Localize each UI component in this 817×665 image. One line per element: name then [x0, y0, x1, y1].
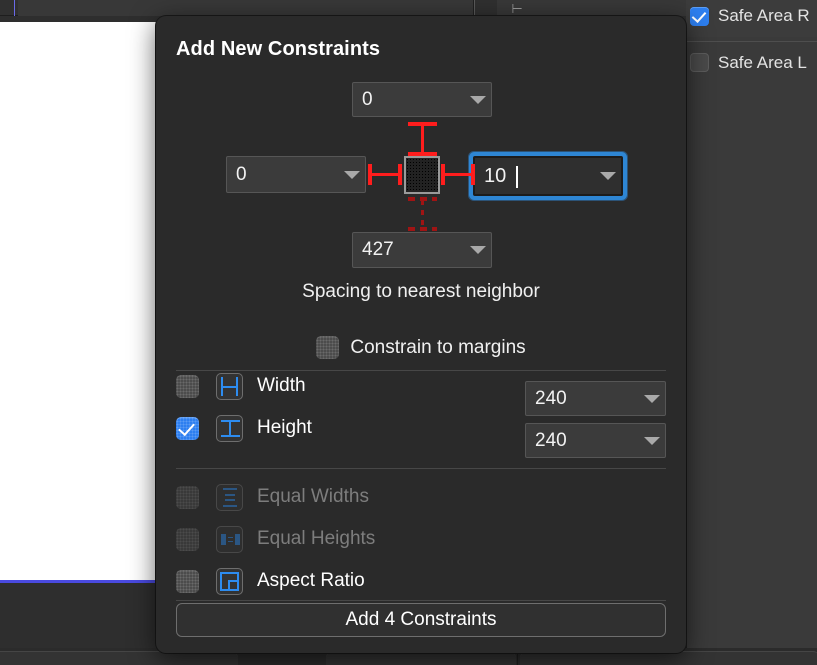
constraint-strut-bottom[interactable]	[421, 200, 424, 230]
equal-widths-checkbox	[176, 486, 199, 509]
constrain-to-margins-label: Constrain to margins	[350, 337, 525, 359]
aspect-ratio-icon	[216, 568, 243, 595]
toolbar-divider	[474, 0, 475, 16]
spacing-right-text: 10	[484, 165, 506, 187]
aspect-ratio-checkbox[interactable]	[176, 570, 199, 593]
bottom-bar-segment-2[interactable]	[326, 651, 516, 665]
constraint-strut-bottom-cap-inner[interactable]	[408, 197, 437, 201]
constrain-to-margins-row[interactable]: Constrain to margins	[156, 336, 686, 359]
equal-heights-label: Equal Heights	[257, 528, 375, 550]
width-constraint-icon	[216, 373, 243, 400]
menu-item-label: Safe Area R	[718, 6, 810, 26]
bottom-bar-divider	[517, 651, 518, 665]
constraint-strut-top-cap-outer[interactable]	[408, 122, 437, 126]
add-constraints-button[interactable]: Add 4 Constraints	[176, 603, 666, 637]
equal-widths-icon	[216, 484, 243, 511]
bottom-bar-segment-3[interactable]	[520, 651, 817, 665]
menu-item-safe-area-right[interactable]: Safe Area R	[686, 0, 817, 37]
safe-area-left-checkbox[interactable]	[690, 53, 709, 72]
height-label: Height	[257, 417, 312, 439]
spacing-caption: Spacing to nearest neighbor	[156, 281, 686, 303]
equal-widths-label: Equal Widths	[257, 486, 369, 508]
spacing-bottom-combo[interactable]: 427	[352, 232, 492, 268]
toolbar-divider-accent	[14, 0, 15, 16]
width-label: Width	[257, 375, 306, 397]
inspector-panel	[686, 16, 817, 665]
option-row-equal-widths: Equal Widths	[156, 476, 686, 518]
chevron-down-icon[interactable]	[339, 171, 365, 179]
text-cursor	[516, 166, 518, 188]
height-value-combo[interactable]: 240	[525, 423, 666, 458]
toolbar-segment-left[interactable]	[18, 0, 474, 16]
constraint-strut-left-cap-inner[interactable]	[398, 164, 402, 185]
spacing-left-value: 0	[227, 164, 339, 186]
popover-title: Add New Constraints	[176, 38, 380, 61]
constraint-strut-left-cap-outer[interactable]	[368, 164, 372, 185]
constrain-to-margins-checkbox[interactable]	[316, 336, 339, 359]
constraint-strut-top-cap-inner[interactable]	[408, 152, 437, 156]
width-checkbox[interactable]	[176, 375, 199, 398]
constraint-strut-right-cap-outer[interactable]	[471, 164, 475, 185]
add-icon[interactable]: ⊢	[510, 2, 524, 16]
safe-area-right-checkbox[interactable]	[690, 7, 709, 26]
spacing-top-value: 0	[353, 89, 465, 111]
divider-bottom	[176, 600, 666, 601]
option-row-aspect-ratio[interactable]: Aspect Ratio	[156, 560, 686, 602]
spacing-left-combo[interactable]: 0	[226, 156, 366, 193]
bottom-bar-segment-1[interactable]	[0, 651, 238, 665]
divider-middle	[176, 468, 666, 469]
chevron-down-icon[interactable]	[465, 246, 491, 254]
spacing-right-combo[interactable]: 10	[473, 156, 623, 196]
equal-heights-checkbox	[176, 528, 199, 551]
add-new-constraints-popover: Add New Constraints 0 0 10 427 Spacing t…	[156, 16, 686, 653]
constraint-strut-right-cap-inner[interactable]	[441, 164, 445, 185]
constraint-target-box	[404, 156, 440, 194]
chevron-down-icon[interactable]	[639, 395, 665, 403]
menu-item-safe-area-left[interactable]: Safe Area L	[686, 41, 817, 83]
height-checkbox[interactable]	[176, 417, 199, 440]
chevron-down-icon[interactable]	[639, 437, 665, 445]
aspect-ratio-label: Aspect Ratio	[257, 570, 365, 592]
spacing-top-combo[interactable]: 0	[352, 82, 492, 117]
equal-heights-icon	[216, 526, 243, 553]
spacing-bottom-value: 427	[353, 239, 465, 261]
constraint-strut-bottom-cap-outer[interactable]	[408, 227, 437, 231]
spacing-right-value: 10	[475, 165, 595, 188]
height-constraint-icon	[216, 415, 243, 442]
chevron-down-icon[interactable]	[595, 172, 621, 180]
menu-item-label: Safe Area L	[718, 53, 807, 73]
chevron-down-icon[interactable]	[465, 96, 491, 104]
option-row-equal-heights: Equal Heights	[156, 518, 686, 560]
height-value: 240	[526, 430, 639, 452]
